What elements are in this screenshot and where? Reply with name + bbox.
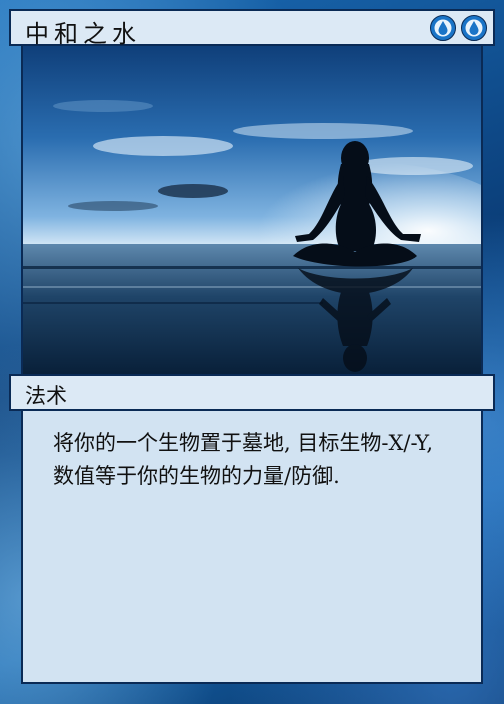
card-name: 中和之水 bbox=[25, 20, 141, 48]
rules-text: 将你的一个生物置于墓地, 目标生物-X/-Y, 数值等于你的生物的力量/防御. bbox=[53, 431, 434, 488]
type-line-bar: 法术 bbox=[9, 374, 495, 411]
rules-text-box: 将你的一个生物置于墓地, 目标生物-X/-Y, 数值等于你的生物的力量/防御. bbox=[21, 411, 483, 684]
title-bar: 中和之水 bbox=[9, 9, 495, 48]
card-art bbox=[21, 46, 483, 376]
blue-mana-icon bbox=[430, 15, 456, 41]
meditation-silhouette-illustration bbox=[23, 100, 481, 374]
type-line: 法术 bbox=[25, 384, 67, 408]
blue-mana-icon bbox=[461, 15, 487, 41]
